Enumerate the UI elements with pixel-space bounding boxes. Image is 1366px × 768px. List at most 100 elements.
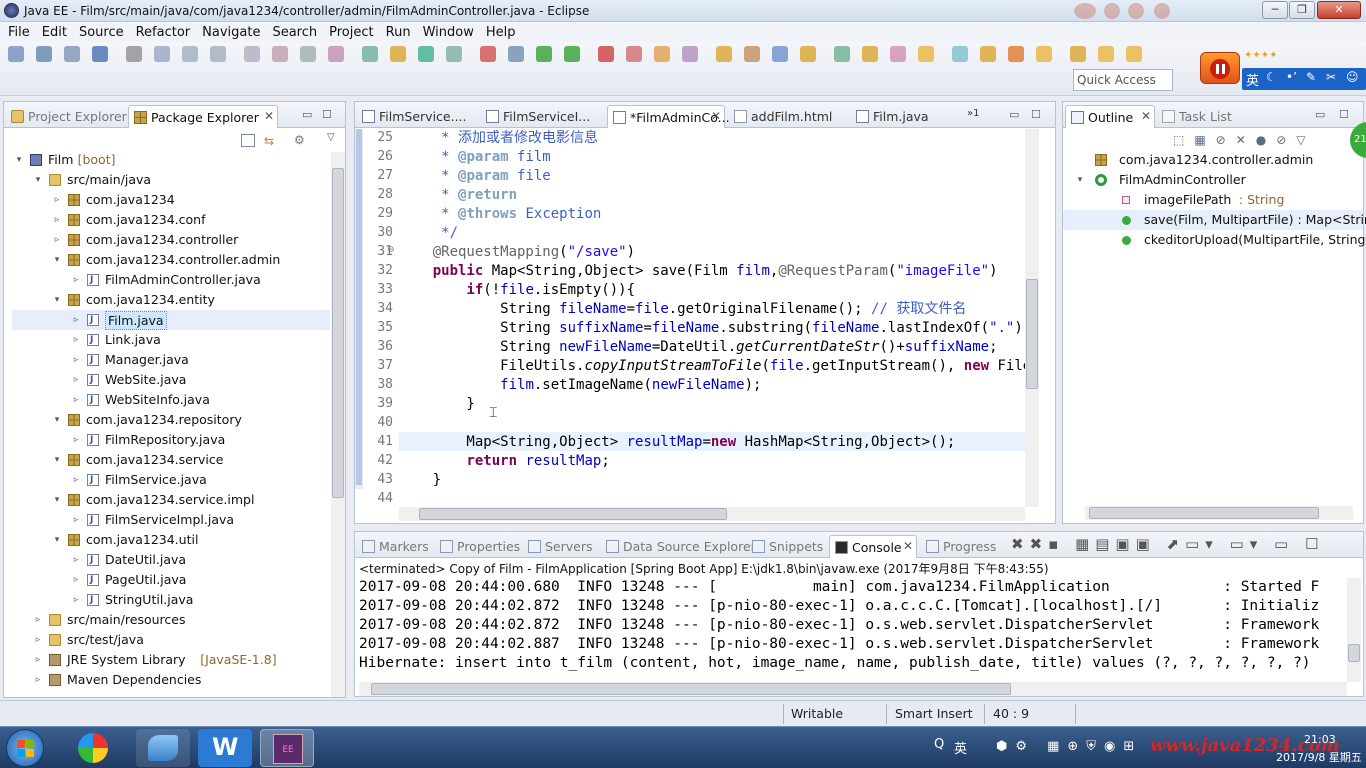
menu-project[interactable]: Project <box>325 25 381 40</box>
step-into-icon[interactable] <box>272 46 288 62</box>
ime-language[interactable]: 英 <box>954 738 967 757</box>
close-tab-icon[interactable]: ✕ <box>264 109 274 123</box>
save-all-icon[interactable] <box>64 46 80 62</box>
code-line[interactable]: String newFileName=DateUtil.getCurrentDa… <box>399 338 997 357</box>
view-menu-icon[interactable]: ⚙ <box>294 133 305 147</box>
tab-outline[interactable]: Outline ✕ <box>1065 105 1155 128</box>
console-hscrollbar[interactable] <box>359 682 1347 696</box>
drop-frame-icon[interactable] <box>362 46 378 62</box>
new-server-icon[interactable] <box>654 46 670 62</box>
debug-icon[interactable] <box>536 46 552 62</box>
collapsed-arrow-icon[interactable]: ▹ <box>52 210 62 230</box>
taskbar-app-eclipse[interactable]: EE <box>260 729 314 767</box>
tree-item[interactable]: ▹ FilmService.java <box>12 470 330 490</box>
tree-item[interactable]: ▹ WebSite.java <box>12 370 330 390</box>
tree-item[interactable]: ▹ FilmRepository.java <box>12 430 330 450</box>
tool-icon[interactable] <box>918 46 934 62</box>
tab-package-explorer[interactable]: Package Explorer ✕ <box>128 105 278 128</box>
external-tools-icon[interactable] <box>626 46 642 62</box>
close-tab-icon[interactable]: ✕ <box>711 109 721 123</box>
maximize-view-icon[interactable]: ☐ <box>322 108 332 121</box>
tree-item[interactable]: ▹ PageUtil.java <box>12 570 330 590</box>
console-toolbar-icons[interactable]: ✖✖▪ ▦▤▣▣ ⬈▭▾ ▭▾ ▭ ☐ <box>1011 535 1324 553</box>
outline-item[interactable]: ▾ FilmAdminController <box>1063 170 1363 190</box>
scrollbar-thumb[interactable] <box>371 683 1011 695</box>
suspend-icon[interactable] <box>182 46 198 62</box>
server-icon[interactable] <box>446 46 462 62</box>
new-class-icon[interactable] <box>682 46 698 62</box>
tree-item[interactable]: ▹ DateUtil.java <box>12 550 330 570</box>
tree-item[interactable]: ▹ src/test/java <box>12 630 330 650</box>
code-line[interactable]: public Map<String,Object> save(Film film… <box>399 262 998 281</box>
tree-item[interactable]: ▹ Link.java <box>12 330 330 350</box>
collapsed-arrow-icon[interactable]: ▹ <box>52 230 62 250</box>
last-edit-icon[interactable] <box>1098 46 1114 62</box>
record-pause-icon[interactable] <box>1200 52 1240 84</box>
collapsed-arrow-icon[interactable]: ▹ <box>71 430 81 450</box>
smile-icon[interactable]: ☺ <box>1346 70 1359 84</box>
scrollbar-thumb[interactable] <box>1348 644 1360 662</box>
collapsed-arrow-icon[interactable]: ▹ <box>71 590 81 610</box>
step-return-icon[interactable] <box>328 46 344 62</box>
tab-markers[interactable]: Markers <box>357 535 431 558</box>
expanded-arrow-icon[interactable]: ▾ <box>52 450 62 470</box>
link-editor-icon[interactable]: ⇆ <box>264 134 280 148</box>
moon-icon[interactable]: ☾ <box>1266 70 1277 84</box>
tree-item[interactable]: ▹ Film.java <box>12 310 330 330</box>
code-line[interactable]: } <box>399 395 474 414</box>
code-line[interactable]: * @param film <box>399 148 551 167</box>
minimize-view-icon[interactable]: ▭ <box>1315 108 1325 121</box>
open-icon[interactable] <box>800 46 816 62</box>
maximize-editor-icon[interactable]: ☐ <box>1031 108 1041 121</box>
print-icon[interactable] <box>92 46 108 62</box>
tree-item[interactable]: ▹ FilmAdminController.java <box>12 270 330 290</box>
menu-refactor[interactable]: Refactor <box>132 25 199 40</box>
code-area[interactable]: * 添加或者修改电影信息 * @param film * @param file… <box>399 129 1025 507</box>
maximize-button[interactable]: ❐ <box>1289 1 1315 19</box>
tree-item[interactable]: ▾ com.java1234.controller.admin <box>12 250 330 270</box>
editor-hscrollbar[interactable] <box>399 507 1025 521</box>
editor-tab[interactable]: addFilm.html <box>729 105 845 128</box>
collapsed-arrow-icon[interactable]: ▹ <box>33 670 43 690</box>
tab-console[interactable]: Console ✕ <box>829 535 917 558</box>
scrollbar-thumb[interactable] <box>332 168 344 498</box>
globe-icon[interactable] <box>890 46 906 62</box>
tree-item[interactable]: ▾ com.java1234.service.impl <box>12 490 330 510</box>
outline-item[interactable]: ckeditorUpload(MultipartFile, String) <box>1063 230 1366 250</box>
expanded-arrow-icon[interactable]: ▾ <box>52 490 62 510</box>
menu-source[interactable]: Source <box>75 25 132 40</box>
terminate-icon[interactable] <box>210 46 226 62</box>
outline-toolbar-icons[interactable]: ⬚▦⊘✕●⊘▽ <box>1173 133 1353 149</box>
tree-scrollbar[interactable] <box>331 152 345 697</box>
collapsed-arrow-icon[interactable]: ▹ <box>71 510 81 530</box>
code-line[interactable]: FileUtils.copyInputStreamToFile(file.get… <box>399 357 1025 376</box>
tab-data-source-explorer[interactable]: Data Source Explorer <box>601 535 756 558</box>
code-line[interactable]: * @throws Exception <box>399 205 601 224</box>
tab-project-explorer[interactable]: Project Explorer <box>6 105 133 128</box>
collapsed-arrow-icon[interactable]: ▹ <box>71 350 81 370</box>
expanded-arrow-icon[interactable]: ▾ <box>1075 170 1085 190</box>
collapsed-arrow-icon[interactable]: ▹ <box>33 630 43 650</box>
menu-help[interactable]: Help <box>482 25 524 40</box>
run-icon[interactable] <box>564 46 580 62</box>
code-line[interactable]: */ <box>399 224 458 243</box>
outline-item[interactable]: com.java1234.controller.admin <box>1063 150 1363 170</box>
wizard-icon[interactable] <box>862 46 878 62</box>
back-icon[interactable] <box>1036 46 1052 62</box>
expanded-arrow-icon[interactable]: ▾ <box>52 250 62 270</box>
menu-edit[interactable]: Edit <box>38 25 75 40</box>
collapsed-arrow-icon[interactable]: ▹ <box>71 330 81 350</box>
menu-navigate[interactable]: Navigate <box>198 25 268 40</box>
editor-tab[interactable]: FilmService.... <box>357 105 475 128</box>
search-icon[interactable] <box>508 46 524 62</box>
maximize-view-icon[interactable]: ☐ <box>1339 108 1349 121</box>
outline-hscrollbar[interactable] <box>1085 506 1353 520</box>
nav-icon[interactable] <box>1126 46 1142 62</box>
arrow-icon[interactable] <box>1008 46 1024 62</box>
collapsed-arrow-icon[interactable]: ▹ <box>71 370 81 390</box>
minimize-editor-icon[interactable]: ▭ <box>1009 108 1019 121</box>
close-button[interactable]: ✕ <box>1317 1 1361 19</box>
code-line[interactable]: * 添加或者修改电影信息 <box>399 129 598 148</box>
collapsed-arrow-icon[interactable]: ▹ <box>71 470 81 490</box>
tab-progress[interactable]: Progress <box>921 535 999 558</box>
